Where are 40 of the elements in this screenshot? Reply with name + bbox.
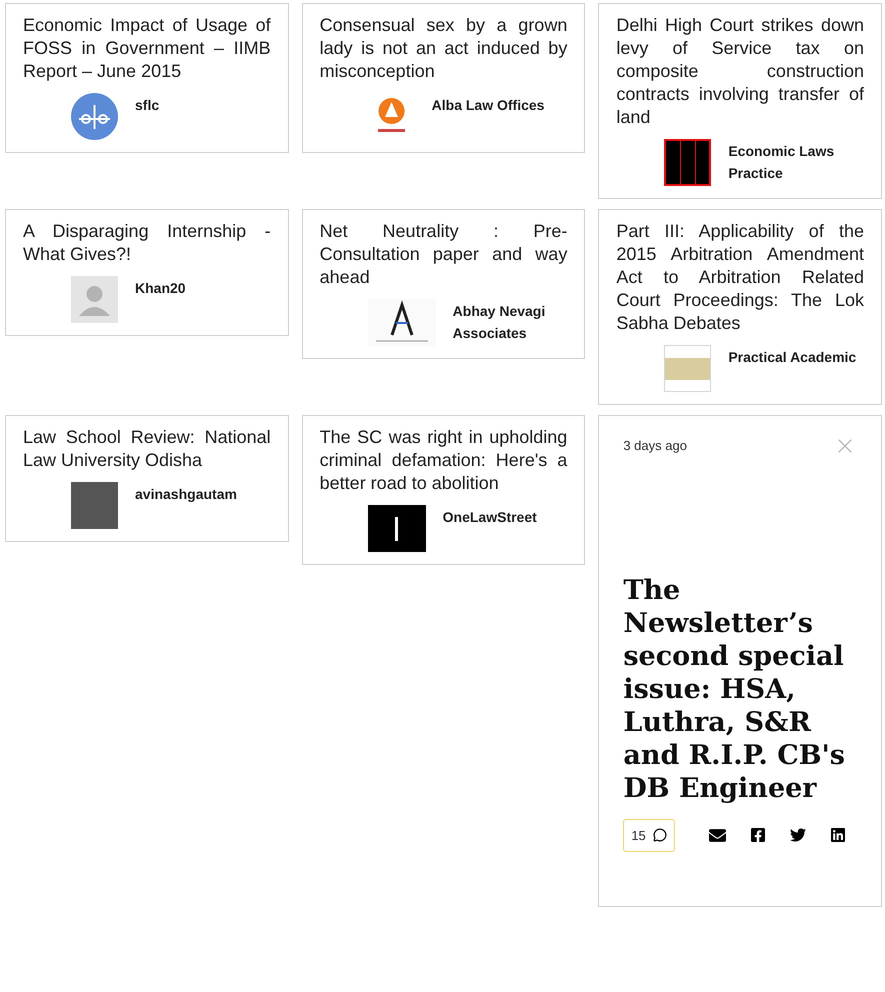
author-name[interactable]: Abhay Nevagi Associates [452,300,564,344]
article-card[interactable]: Delhi High Court strikes down levy of Service tax on composite construction contracts involving transfer of land Economic Laws Practice [598,3,882,199]
document-thumbnail-icon [664,345,712,392]
article-card[interactable]: The SC was right in upholding criminal defamation: Here's a better road to abolition OneLawStreet [302,415,586,565]
comment-icon [652,828,667,842]
article-title[interactable]: A Disparaging Internship - What Gives?! [23,220,271,266]
author-name[interactable]: Economic Laws Practice [728,140,860,184]
author-name[interactable]: Practical Academic [728,346,860,368]
article-card[interactable]: Part III: Applicability of the 2015 Arbitration Amendment Act to Arbitration Related Court Proceedings: The Lok Sabha Debates Practical Academic [598,209,882,405]
linkedin-icon[interactable] [830,827,846,844]
article-card[interactable]: A Disparaging Internship - What Gives?! Khan20 [5,209,289,336]
article-title[interactable]: Economic Impact of Usage of FOSS in Government – IIMB Report – June 2015 [23,14,271,83]
post-time: 3 days ago [623,437,687,455]
person-silhouette-icon [71,276,118,323]
article-title[interactable]: Law School Review: National Law University Odisha [23,426,271,472]
author-name[interactable]: Khan20 [135,277,267,299]
article-card[interactable]: Net Neutrality : Pre-Consultation paper and way ahead Abhay Nevagi Associates [302,209,586,359]
article-card[interactable]: Law School Review: National Law University Odisha avinashgautam [5,415,289,542]
dark-logo-icon [368,505,426,552]
twitter-icon[interactable] [790,827,806,844]
article-title[interactable]: Consensual sex by a grown lady is not an act induced by misconception [320,14,568,83]
scales-logo-icon [71,93,118,140]
author-name[interactable]: Alba Law Offices [432,94,564,116]
author-name[interactable]: avinashgautam [135,483,267,505]
newsletter-card[interactable]: 3 days ago The Newsletter’s second special issue: HSA, Luthra, S&R and R.I.P. CB's DB Engineer 15 [598,415,882,907]
newsletter-title[interactable]: The Newsletter’s second special issue: HSA, Luthra, S&R and R.I.P. CB's DB Engineer [623,574,857,804]
article-title[interactable]: Part III: Applicability of the 2015 Arbitration Amendment Act to Arbitration Related Court Proceedings: The Lok Sabha Debates [616,220,864,335]
author-name[interactable]: OneLawStreet [442,506,564,528]
article-title[interactable]: Net Neutrality : Pre-Consultation paper and way ahead [320,220,568,289]
email-icon[interactable] [708,826,726,844]
facebook-icon[interactable] [750,827,766,844]
article-card[interactable]: Consensual sex by a grown lady is not an act induced by misconception Alba Law Offices [302,3,586,153]
article-title[interactable]: Delhi High Court strikes down levy of Service tax on composite construction contracts involving transfer of land [616,14,864,129]
article-title[interactable]: The SC was right in upholding criminal defamation: Here's a better road to abolition [320,426,568,495]
comment-number: 15 [631,826,646,844]
pillars-logo-icon [664,139,712,186]
article-card[interactable]: Economic Impact of Usage of FOSS in Government – IIMB Report – June 2015 sflc [5,3,289,153]
author-name[interactable]: sflc [135,94,267,116]
photo-placeholder [71,482,118,529]
comment-count[interactable]: 15 [623,818,675,852]
